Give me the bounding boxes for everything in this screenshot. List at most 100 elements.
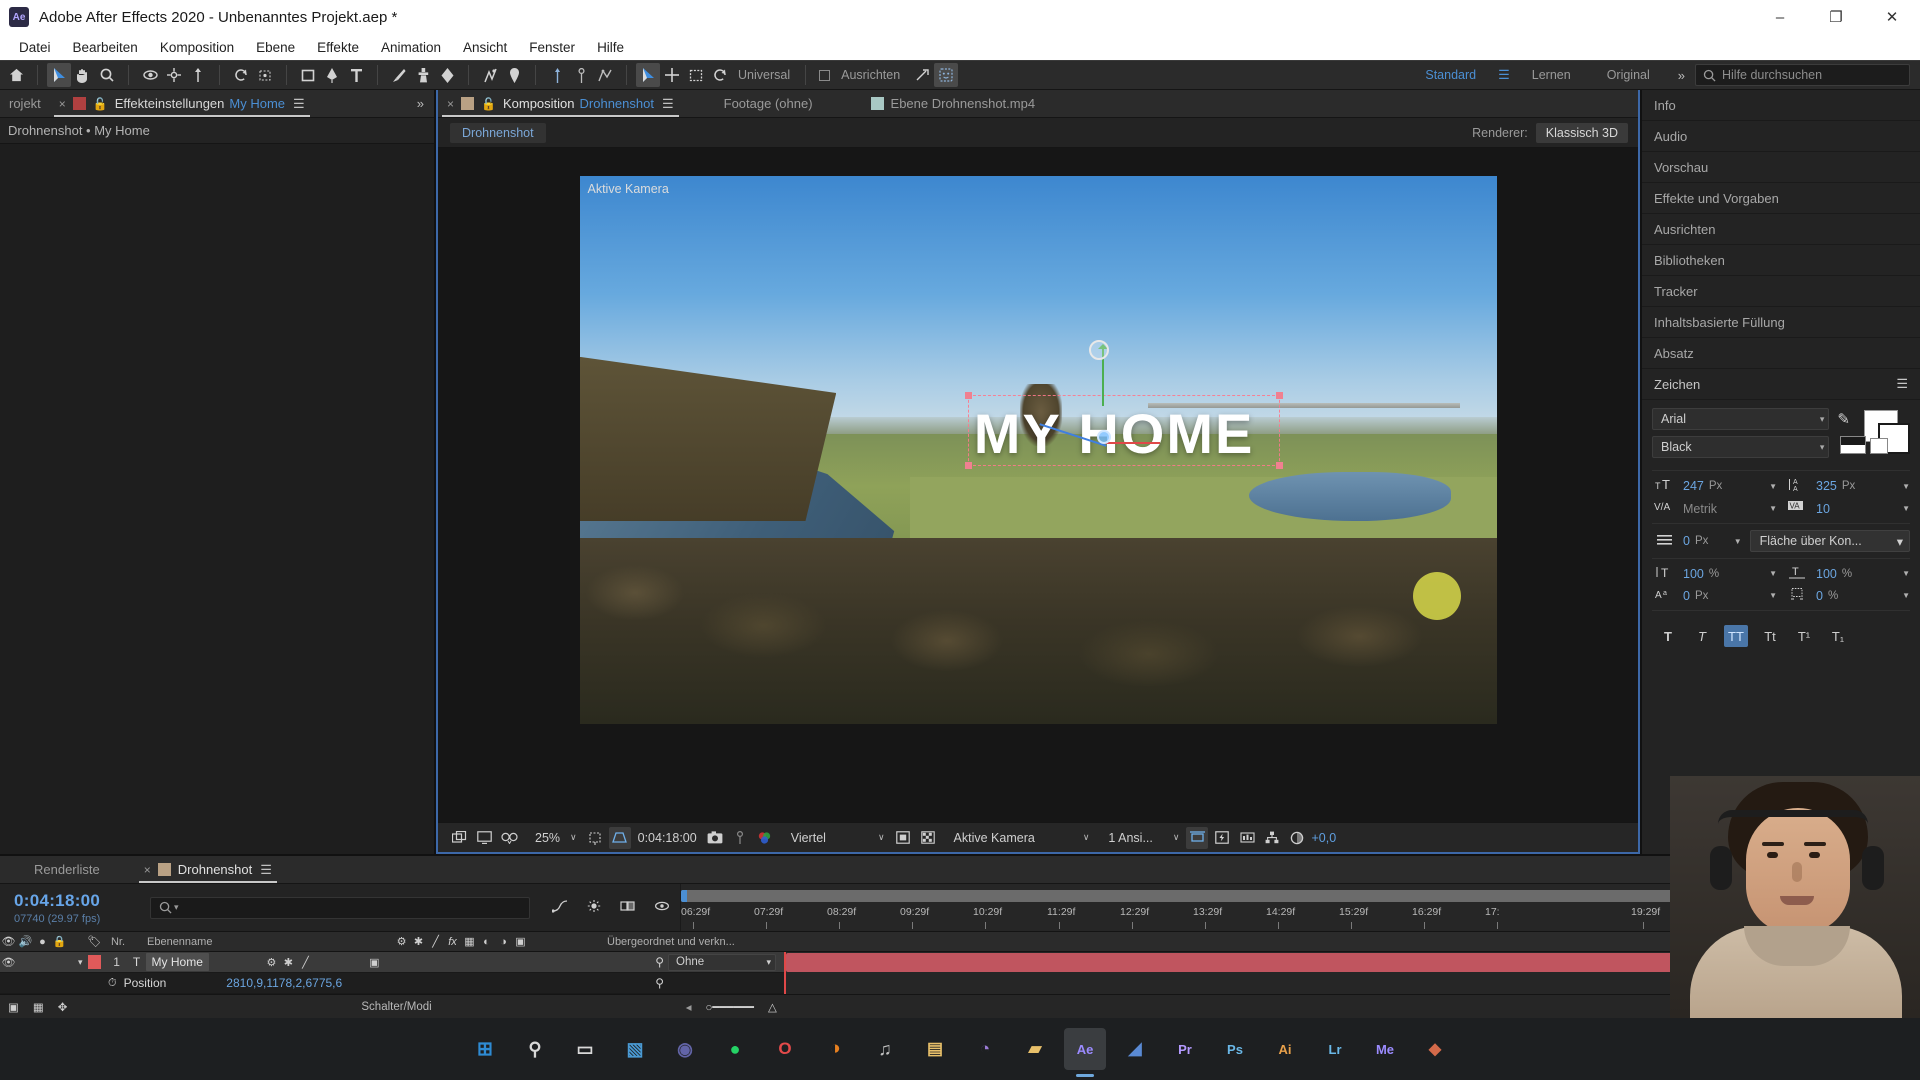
channels-rgb-icon[interactable]	[754, 827, 776, 849]
chevron-down-icon[interactable]: ▼	[1902, 482, 1910, 491]
menu-ebene[interactable]: Ebene	[245, 38, 306, 57]
baseline-shift-field[interactable]: Aa 0 Px ▼	[1652, 587, 1777, 604]
panel-audio[interactable]: Audio	[1642, 121, 1920, 152]
views-count-dropdown[interactable]: 1 Ansi... ∨	[1096, 831, 1183, 845]
panel-vorschau[interactable]: Vorschau	[1642, 152, 1920, 183]
menu-effekte[interactable]: Effekte	[306, 38, 370, 57]
layer-expand-chevron-icon[interactable]: ▾	[78, 957, 83, 968]
work-area-start-handle[interactable]	[681, 890, 687, 902]
roto-brush-tool-icon[interactable]	[478, 63, 502, 87]
font-size-field[interactable]: TT 247 Px ▼	[1652, 477, 1777, 495]
graph-editor-icon[interactable]	[551, 899, 568, 916]
timeline-current-time[interactable]: 0:04:18:00 07740 (29.97 fps)	[0, 891, 150, 925]
region-of-interest-icon[interactable]	[584, 827, 606, 849]
current-time-display[interactable]: 0:04:18:00	[634, 831, 701, 845]
panel-effekte-und-vorgaben[interactable]: Effekte und Vorgaben	[1642, 183, 1920, 214]
folder-button[interactable]: ▰	[1014, 1028, 1056, 1070]
audacity-button[interactable]: ♫	[864, 1028, 906, 1070]
tab-ebene[interactable]: Ebene Drohnenshot.mp4	[862, 90, 1045, 117]
fast-previews-icon[interactable]	[1211, 827, 1233, 849]
pan-behind-tool-icon[interactable]	[162, 63, 186, 87]
menu-fenster[interactable]: Fenster	[518, 38, 586, 57]
chevron-down-icon[interactable]: ▼	[1769, 591, 1777, 600]
kerning-field[interactable]: V/A Metrik ▼	[1652, 500, 1777, 517]
show-snapshot-icon[interactable]	[729, 827, 751, 849]
panel-tracker[interactable]: Tracker	[1642, 276, 1920, 307]
brush-tool-icon[interactable]	[387, 63, 411, 87]
exposure-value[interactable]: +0,0	[1311, 831, 1336, 845]
close-button[interactable]: ✕	[1864, 0, 1920, 34]
face-tracking-icon[interactable]	[934, 63, 959, 87]
zoom-tool-icon[interactable]	[95, 63, 119, 87]
eraser-tool-icon[interactable]	[435, 63, 459, 87]
motion-blur-footer-icon[interactable]: ✥	[58, 1000, 68, 1014]
menu-ansicht[interactable]: Ansicht	[452, 38, 518, 57]
teams-button[interactable]: ◉	[664, 1028, 706, 1070]
chevron-down-icon[interactable]: ▼	[1734, 537, 1742, 546]
layer-visibility-toggle[interactable]: 👁	[0, 956, 17, 969]
tab-timeline-drohnenshot[interactable]: × Drohnenshot ☰	[135, 856, 281, 883]
chevron-down-icon[interactable]: ▼	[1769, 504, 1777, 513]
lightroom-button[interactable]: Lr	[1314, 1028, 1356, 1070]
faux-italic-button[interactable]: T	[1690, 625, 1714, 647]
panel-bibliotheken[interactable]: Bibliotheken	[1642, 245, 1920, 276]
3d-glasses-icon[interactable]	[498, 827, 520, 849]
tab-project[interactable]: rojekt	[0, 90, 50, 117]
camera-orbit-icon[interactable]	[545, 63, 569, 87]
composition-viewport[interactable]: Aktive Kamera MY HOME	[438, 148, 1638, 822]
playhead[interactable]	[784, 952, 786, 994]
tracking-field[interactable]: VA 10 ▼	[1785, 500, 1910, 517]
parent-select[interactable]: Ohne ▾	[668, 953, 776, 971]
home-icon[interactable]	[4, 63, 28, 87]
media-encoder-button[interactable]: Me	[1364, 1028, 1406, 1070]
gizmo-center-handle[interactable]	[1096, 429, 1111, 444]
zoom-level-dropdown[interactable]: 25% ∨	[523, 831, 581, 845]
menu-bearbeiten[interactable]: Bearbeiten	[62, 38, 149, 57]
universal-scale-icon[interactable]	[684, 63, 708, 87]
exposure-reset-icon[interactable]	[1286, 827, 1308, 849]
chevron-down-icon[interactable]: ▼	[1902, 504, 1910, 513]
small-caps-button[interactable]: Tt	[1758, 625, 1782, 647]
rush-button[interactable]: ◢	[1114, 1028, 1156, 1070]
menu-komposition[interactable]: Komposition	[149, 38, 245, 57]
close-icon[interactable]: ×	[447, 97, 454, 111]
region-of-interest-icon[interactable]	[253, 63, 277, 87]
view-camera-dropdown[interactable]: Aktive Kamera ∨	[942, 831, 1094, 845]
parent-pickwhip-icon[interactable]: ⚲	[655, 976, 664, 990]
renderer-value[interactable]: Klassisch 3D	[1535, 122, 1628, 143]
stopwatch-icon[interactable]: ⏱	[108, 977, 117, 990]
type-tool-icon[interactable]	[344, 63, 368, 87]
opera-button[interactable]: O	[764, 1028, 806, 1070]
zoom-in-icon[interactable]: △	[768, 1000, 777, 1014]
render-queue-icon[interactable]: ▦	[33, 1000, 44, 1014]
title-text-layer[interactable]: MY HOME	[974, 401, 1255, 466]
orbit-tool-icon[interactable]	[138, 63, 162, 87]
close-icon[interactable]: ×	[144, 863, 151, 877]
premiere-button[interactable]: Pr	[1164, 1028, 1206, 1070]
panel-menu-icon[interactable]: ☰	[293, 96, 305, 112]
selection-tool-icon[interactable]	[47, 63, 71, 87]
parent-pickwhip-icon[interactable]: ⚲	[655, 955, 664, 969]
layer-motionblur-switch[interactable]: ⚙	[263, 956, 280, 969]
gizmo-x-axis[interactable]	[1102, 441, 1161, 444]
universal-move-icon[interactable]	[660, 63, 684, 87]
panel-ausrichten[interactable]: Ausrichten	[1642, 214, 1920, 245]
layer-label-color[interactable]	[87, 955, 101, 969]
zoom-out-icon[interactable]: ◂	[686, 1000, 692, 1014]
monitor-icon[interactable]	[473, 827, 495, 849]
panel-absatz[interactable]: Absatz	[1642, 338, 1920, 369]
search-button[interactable]: ⚲	[514, 1028, 556, 1070]
handle-br[interactable]	[1276, 462, 1284, 470]
menu-animation[interactable]: Animation	[370, 38, 452, 57]
minimize-button[interactable]: –	[1752, 0, 1808, 34]
renderer-options-icon[interactable]	[1261, 827, 1283, 849]
chevron-down-icon[interactable]: ▼	[1769, 569, 1777, 578]
comp-flowchart-icon[interactable]: ▣	[8, 1000, 19, 1014]
menu-hilfe[interactable]: Hilfe	[586, 38, 635, 57]
panel-menu-icon[interactable]: ☰	[1896, 376, 1908, 392]
panel-info[interactable]: Info	[1642, 90, 1920, 121]
panel-menu-icon[interactable]: ☰	[260, 862, 272, 878]
property-value[interactable]: 2810,9,1178,2,6775,6	[166, 976, 342, 990]
comp-name-chip[interactable]: Drohnenshot	[450, 122, 546, 143]
faux-bold-button[interactable]: T	[1656, 625, 1680, 647]
